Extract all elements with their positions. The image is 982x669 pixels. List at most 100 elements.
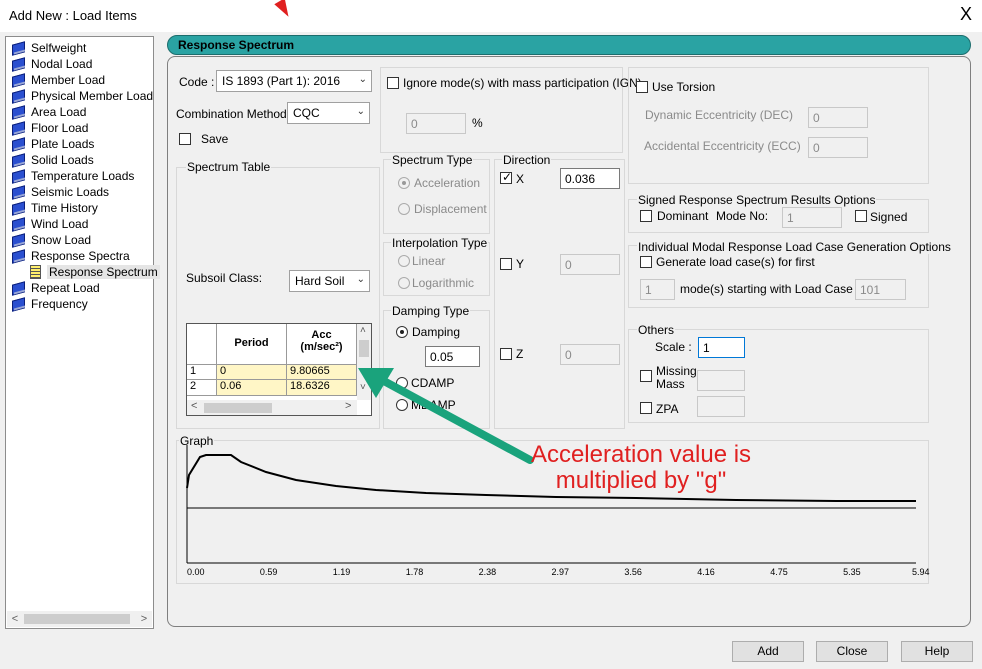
book-icon (11, 282, 26, 295)
dec-field[interactable]: 0 (808, 107, 868, 128)
y-factor-field[interactable]: 0 (560, 254, 620, 275)
mode-no-label: Mode No: (716, 209, 769, 223)
scale-field[interactable]: 1 (698, 337, 745, 358)
acceleration-radio[interactable] (398, 177, 410, 189)
period-cell[interactable]: 0.06 (217, 380, 287, 396)
tree-item-selfweight[interactable]: Selfweight (11, 40, 86, 56)
tree-item-response-spectra[interactable]: Response Spectra (11, 248, 130, 264)
logarithmic-label: Logarithmic (412, 276, 475, 290)
z-direction-checkbox[interactable] (500, 348, 512, 360)
code-select[interactable]: IS 1893 (Part 1): 2016 ⌄ (216, 70, 372, 92)
help-button[interactable]: Help (901, 641, 973, 662)
zpa-label: ZPA (656, 402, 679, 416)
ecc-field[interactable]: 0 (808, 137, 868, 158)
others-label: Others (637, 323, 676, 337)
scroll-up-icon[interactable]: ˄ (360, 325, 366, 336)
mode-count-field[interactable]: 1 (640, 279, 675, 300)
tree-item-label: Selfweight (31, 41, 87, 55)
tree-item-area-load[interactable]: Area Load (11, 104, 86, 120)
y-label: Y (516, 257, 525, 271)
displacement-radio[interactable] (398, 203, 410, 215)
add-button[interactable]: Add (732, 641, 804, 662)
starting-label: mode(s) starting with Load Case no. (680, 282, 873, 296)
graph-tick-label: 0.00 (187, 567, 205, 577)
y-direction-checkbox[interactable] (500, 258, 512, 270)
tree-item-physical-member-load[interactable]: Physical Member Load (11, 88, 153, 104)
signed-results-label: Signed Response Spectrum Results Options (637, 193, 877, 207)
graph-tick-label: 1.78 (405, 567, 424, 577)
acc-cell[interactable]: 18.6326 (287, 380, 357, 396)
modal-generation-label: Individual Modal Response Load Case Gene… (637, 240, 952, 254)
tree-item-wind-load[interactable]: Wind Load (11, 216, 88, 232)
missing-mass-label-line2: Mass (656, 377, 685, 391)
zpa-checkbox[interactable] (640, 402, 652, 414)
grid-horizontal-scrollbar[interactable]: < > (187, 400, 357, 415)
scroll-left-icon[interactable]: < (191, 400, 197, 412)
tree-item-member-load[interactable]: Member Load (11, 72, 105, 88)
tree-item-plate-loads[interactable]: Plate Loads (11, 136, 94, 152)
combination-select[interactable]: CQC ⌄ (287, 102, 370, 124)
tree-item-frequency[interactable]: Frequency (11, 296, 88, 312)
tree-item-floor-load[interactable]: Floor Load (11, 120, 88, 136)
scroll-left-icon[interactable]: < (7, 611, 23, 627)
graph-tick-label: 5.94 (912, 567, 930, 577)
code-value: IS 1893 (Part 1): 2016 (222, 74, 341, 88)
x-label: X (516, 172, 525, 186)
tree-item-label: Frequency (31, 297, 88, 311)
save-checkbox[interactable] (179, 133, 191, 145)
logarithmic-radio[interactable] (398, 277, 410, 289)
load-case-no-field[interactable]: 101 (855, 279, 906, 300)
acc-cell[interactable]: 9.80665 (287, 365, 357, 380)
linear-radio[interactable] (398, 255, 410, 267)
acc-header-unit: (m/sec²) (300, 341, 343, 353)
subsoil-select[interactable]: Hard Soil ⌄ (289, 270, 370, 292)
book-icon (11, 298, 26, 311)
ignore-modes-checkbox[interactable] (387, 77, 399, 89)
period-cell[interactable]: 0 (217, 365, 287, 380)
tree-item-repeat-load[interactable]: Repeat Load (11, 280, 100, 296)
missing-mass-checkbox[interactable] (640, 370, 652, 382)
scroll-thumb[interactable] (204, 403, 272, 413)
scroll-thumb[interactable] (359, 340, 369, 357)
tree-item-solid-loads[interactable]: Solid Loads (11, 152, 94, 168)
tree-item-time-history[interactable]: Time History (11, 200, 98, 216)
ignore-percent-field[interactable]: 0 (406, 113, 466, 134)
use-torsion-checkbox[interactable] (636, 81, 648, 93)
tree-item-response-spectrum[interactable]: Response Spectrum (30, 264, 160, 280)
zpa-field[interactable] (697, 396, 745, 417)
x-direction-checkbox[interactable] (500, 170, 512, 184)
period-header[interactable]: Period (217, 324, 287, 365)
damping-radio[interactable] (396, 326, 408, 338)
tree-horizontal-scrollbar[interactable]: < > (7, 611, 152, 627)
spectrum-grid[interactable]: Period Acc (m/sec²) 1 0 9.80665 2 0.06 1… (186, 323, 372, 416)
dominant-checkbox[interactable] (640, 210, 652, 222)
tree-item-nodal-load[interactable]: Nodal Load (11, 56, 92, 72)
tree-item-temperature-loads[interactable]: Temperature Loads (11, 168, 134, 184)
close-icon[interactable]: X (955, 4, 977, 25)
tree-item-label: Member Load (31, 73, 106, 87)
save-label: Save (201, 132, 229, 146)
z-factor-field[interactable]: 0 (560, 344, 620, 365)
book-icon (11, 58, 26, 71)
spectrum-type-label: Spectrum Type (391, 153, 474, 167)
subsoil-label: Subsoil Class: (186, 271, 263, 285)
missing-mass-label-line1: Missing (656, 364, 697, 378)
book-icon (11, 186, 26, 199)
row-number: 1 (187, 365, 217, 380)
tree-item-seismic-loads[interactable]: Seismic Loads (11, 184, 109, 200)
x-factor-field[interactable]: 0.036 (560, 168, 620, 189)
close-button[interactable]: Close (816, 641, 888, 662)
tree-item-snow-load[interactable]: Snow Load (11, 232, 91, 248)
ecc-value: 0 (813, 141, 820, 155)
load-items-tree[interactable]: Selfweight Nodal Load Member Load Physical … (5, 36, 160, 629)
missing-mass-field[interactable] (697, 370, 745, 391)
signed-checkbox[interactable] (855, 210, 867, 222)
mode-no-field[interactable]: 1 (782, 207, 842, 228)
generate-load-case-checkbox[interactable] (640, 256, 652, 268)
scroll-thumb[interactable] (24, 614, 130, 624)
scroll-right-icon[interactable]: > (136, 611, 152, 627)
acc-header[interactable]: Acc (m/sec²) (287, 324, 357, 365)
book-icon (11, 106, 26, 119)
displacement-label: Displacement (414, 202, 487, 216)
z-label: Z (516, 347, 524, 361)
